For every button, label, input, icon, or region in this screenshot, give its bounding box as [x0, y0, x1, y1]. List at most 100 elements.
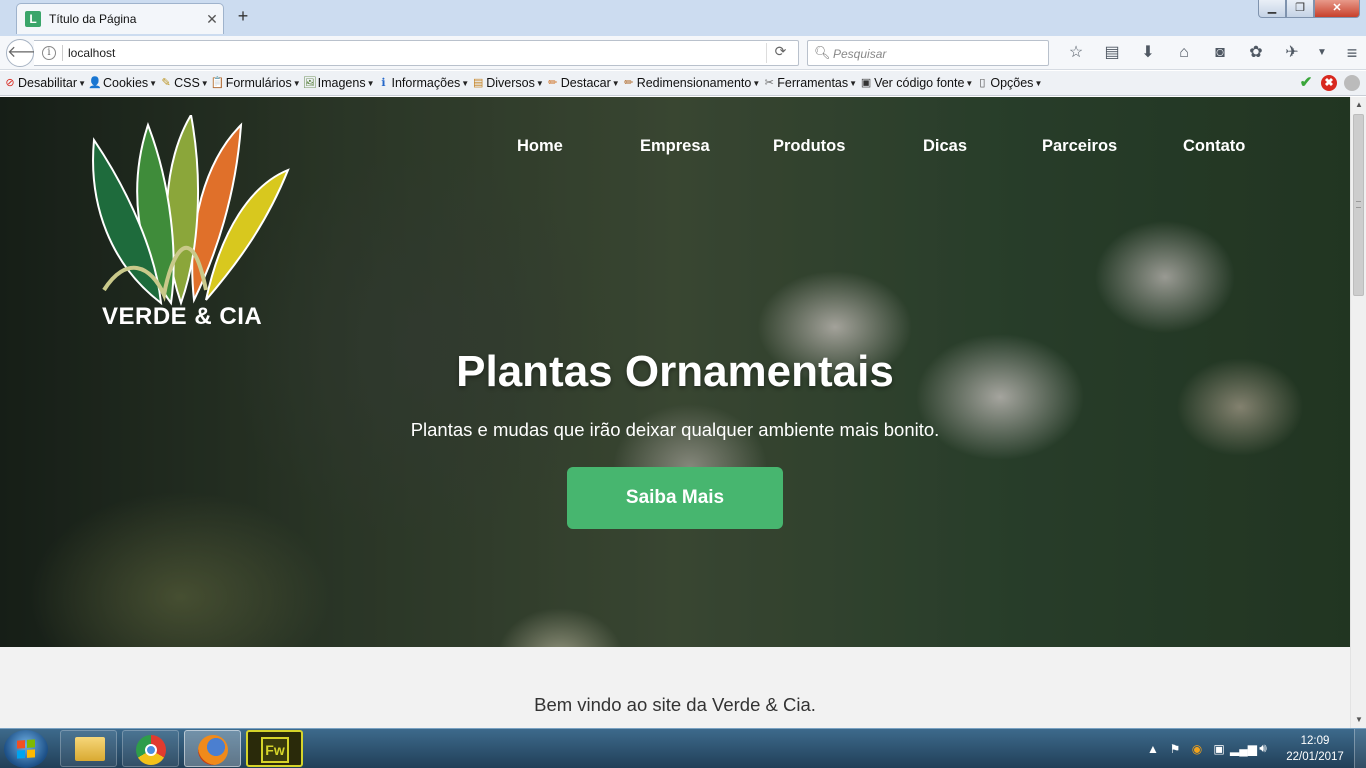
tools-icon: ✂	[764, 77, 774, 89]
status-neutral-icon[interactable]	[1344, 75, 1360, 91]
taskbar-fireworks[interactable]: Fw	[246, 730, 303, 767]
nav-produtos[interactable]: Produtos	[773, 137, 845, 156]
search-icon: 🔍︎	[814, 45, 831, 60]
reading-list-icon[interactable]: ▤	[1094, 40, 1130, 66]
windows-logo-icon	[17, 739, 35, 759]
folder-icon	[75, 737, 105, 761]
css-icon: ✎	[161, 77, 171, 89]
saiba-mais-button[interactable]: Saiba Mais	[567, 467, 783, 529]
action-center-flag-icon[interactable]: ⚑	[1164, 742, 1186, 756]
clock-time: 12:09	[1300, 734, 1330, 747]
devtoolbar-menu-9[interactable]: ✂ Ferramentas ▼	[762, 76, 857, 90]
devtoolbar-label: Ferramentas	[777, 76, 849, 90]
scroll-up-arrow-icon[interactable]: ▲	[1351, 97, 1366, 113]
devtoolbar-menu-6[interactable]: ▤ Diversos ▼	[471, 76, 544, 90]
nav-dicas[interactable]: Dicas	[923, 137, 967, 156]
taskbar-explorer[interactable]	[60, 730, 117, 767]
show-hidden-icons-icon[interactable]: ▲	[1142, 742, 1164, 756]
disable-icon: ⊘	[5, 77, 15, 89]
welcome-text: Bem vindo ao site da Verde & Cia.	[534, 694, 816, 715]
show-desktop-button[interactable]	[1354, 729, 1366, 768]
navbar-icons: ☆ ▤ ⬇ ⌂ ◙ ✿ ✈ ▼ ≡	[1058, 40, 1366, 66]
download-icon[interactable]: ⬇	[1130, 40, 1166, 66]
caret-down-icon: ▼	[366, 78, 375, 88]
devtoolbar-menu-2[interactable]: ✎ CSS ▼	[159, 76, 209, 90]
nav-home[interactable]: Home	[517, 137, 563, 156]
browser-titlebar: L Título da Página ✕ + ▁ ❐ ✕	[0, 0, 1366, 36]
browser-tab[interactable]: L Título da Página ✕	[16, 3, 224, 34]
nav-parceiros[interactable]: Parceiros	[1042, 137, 1117, 156]
tab-favicon-icon: L	[25, 11, 41, 27]
new-tab-button[interactable]: +	[232, 6, 254, 28]
scrollbar-thumb[interactable]	[1353, 114, 1364, 296]
devtoolbar-label: CSS	[174, 76, 200, 90]
tray-app-icon[interactable]: ◉	[1186, 742, 1208, 756]
web-developer-toolbar: ⊘ Desabilitar ▼ 👤 Cookies ▼ ✎ CSS ▼ 📋 Formulários ▼…	[0, 71, 1366, 96]
brand-logo-text[interactable]: VERDE & CIA	[102, 303, 262, 331]
devtoolbar-menu-11[interactable]: ▯ Opções ▼	[975, 76, 1042, 90]
devtoolbar-menu-3[interactable]: 📋 Formulários ▼	[211, 76, 301, 90]
volume-icon[interactable]: 🔊︎	[1252, 741, 1274, 756]
devtoolbar-label: Diversos	[486, 76, 535, 90]
devtoolbar-label: Ver código fonte	[874, 76, 965, 90]
taskbar-firefox[interactable]	[184, 730, 241, 767]
chrome-icon	[136, 735, 166, 765]
checkmark-icon[interactable]: ✔	[1298, 75, 1314, 91]
url-bar[interactable]: i localhost ⟳	[34, 40, 799, 66]
pocket-icon[interactable]: ◙	[1202, 40, 1238, 66]
nav-contato[interactable]: Contato	[1183, 137, 1245, 156]
window-controls: ▁ ❐ ✕	[1258, 0, 1360, 18]
devtoolbar-label: Formulários	[225, 76, 292, 90]
scroll-down-arrow-icon[interactable]: ▼	[1351, 712, 1366, 728]
extension-icon-2[interactable]: ✈	[1274, 40, 1310, 66]
windows-taskbar: Fw ▲ ⚑ ◉ ▣ ▂▄▆ 🔊︎ 12:09 22/01/2017	[0, 728, 1366, 768]
vertical-scrollbar[interactable]: ▲ ▼	[1350, 97, 1366, 728]
tab-close-icon[interactable]: ✕	[201, 11, 223, 28]
caret-down-icon: ▼	[535, 78, 544, 88]
devtoolbar-menu-1[interactable]: 👤 Cookies ▼	[88, 76, 157, 90]
dropdown-icon[interactable]: ▼	[1310, 40, 1334, 66]
close-window-button[interactable]: ✕	[1314, 0, 1360, 18]
system-clock[interactable]: 12:09 22/01/2017	[1280, 733, 1350, 765]
site-info-icon[interactable]: i	[42, 46, 56, 60]
minimize-button[interactable]: ▁	[1258, 0, 1286, 18]
url-text[interactable]: localhost	[68, 46, 115, 60]
search-bar[interactable]: 🔍︎ Pesquisar	[807, 40, 1049, 66]
caret-down-icon: ▼	[611, 78, 620, 88]
devtoolbar-label: Imagens	[317, 76, 366, 90]
devtoolbar-menu-10[interactable]: ▣ Ver código fonte ▼	[859, 76, 973, 90]
bookmark-star-icon[interactable]: ☆	[1058, 40, 1094, 66]
forms-icon: 📋	[210, 77, 225, 89]
devtoolbar-status: ✔ ✖	[1291, 75, 1360, 91]
caret-down-icon: ▼	[200, 78, 209, 88]
devtoolbar-menu-4[interactable]: 🖼 Imagens ▼	[303, 76, 375, 90]
firefox-icon	[198, 735, 228, 765]
nav-empresa[interactable]: Empresa	[640, 137, 710, 156]
devtoolbar-label: Destacar	[560, 76, 611, 90]
network-icon[interactable]: ▂▄▆	[1230, 742, 1257, 756]
taskbar-chrome[interactable]	[122, 730, 179, 767]
tab-title: Título da Página	[49, 12, 137, 26]
system-tray: ▲ ⚑ ◉ ▣ ▂▄▆ 🔊︎ 12:09 22/01/2017	[1142, 729, 1366, 768]
images-icon: 🖼	[302, 77, 317, 89]
caret-down-icon: ▼	[149, 78, 158, 88]
error-icon[interactable]: ✖	[1321, 75, 1337, 91]
caret-down-icon: ▼	[78, 78, 86, 88]
home-icon[interactable]: ⌂	[1166, 40, 1202, 66]
reload-icon: ⟳	[774, 43, 787, 59]
devtoolbar-menu-8[interactable]: ✏ Redimensionamento ▼	[622, 76, 760, 90]
devtoolbar-menu-0[interactable]: ⊘ Desabilitar ▼	[3, 76, 86, 90]
extension-icon[interactable]: ✿	[1238, 40, 1274, 66]
browser-navbar: 🡐 i localhost ⟳ 🔍︎ Pesquisar ☆ ▤ ⬇ ⌂ ◙ ✿…	[0, 36, 1366, 70]
menu-icon[interactable]: ≡	[1334, 40, 1366, 66]
reload-button[interactable]: ⟳	[766, 43, 794, 63]
maximize-button[interactable]: ❐	[1286, 0, 1314, 18]
caret-down-icon: ▼	[461, 78, 470, 88]
devtoolbar-menu-5[interactable]: ℹ Informações ▼	[377, 76, 470, 90]
url-separator	[62, 45, 63, 61]
device-icon[interactable]: ▣	[1208, 742, 1230, 756]
resize-icon: ✏	[624, 77, 634, 89]
back-button[interactable]: 🡐	[6, 39, 50, 67]
devtoolbar-menu-7[interactable]: ✏ Destacar ▼	[546, 76, 620, 90]
start-button[interactable]	[4, 730, 48, 768]
